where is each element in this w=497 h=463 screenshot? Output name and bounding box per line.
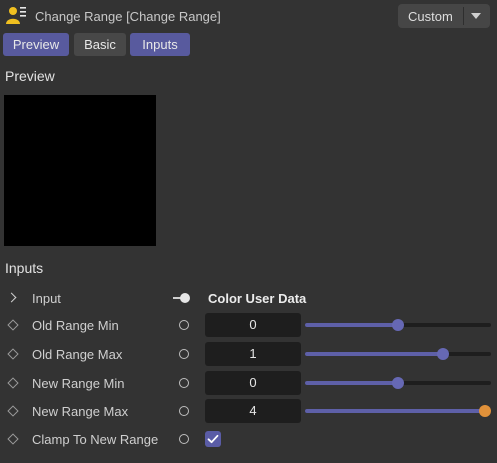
attribute-header: Change Range [Change Range] Custom [0, 0, 497, 32]
slider-knob[interactable] [392, 319, 404, 331]
node-title: Change Range [Change Range] [35, 9, 221, 24]
new-range-min-slider[interactable] [305, 377, 491, 389]
old-range-max-label: Old Range Max [32, 347, 123, 362]
slider-fill [305, 409, 485, 413]
old-range-max-slider[interactable] [305, 348, 491, 360]
chevron-down-icon[interactable] [471, 13, 481, 19]
inputs-section-title: Inputs [5, 260, 44, 276]
clamp-checkbox[interactable] [205, 431, 221, 447]
slider-knob[interactable] [392, 377, 404, 389]
keyframe-diamond-icon[interactable] [7, 433, 19, 445]
slider-fill [305, 323, 398, 327]
input-label: Input [32, 291, 61, 306]
old-range-min-label: Old Range Min [32, 318, 119, 333]
preset-label: Custom [408, 9, 453, 24]
tab-preview[interactable]: Preview [3, 33, 69, 56]
port-circle-icon[interactable] [179, 406, 189, 416]
preset-separator [463, 7, 464, 25]
tab-inputs[interactable]: Inputs [130, 33, 190, 56]
old-range-max-field[interactable]: 1 [205, 342, 301, 366]
new-range-min-label: New Range Min [32, 376, 125, 391]
input-value: Color User Data [208, 291, 307, 306]
new-range-max-label: New Range Max [32, 404, 129, 419]
slider-fill [305, 381, 398, 385]
chevron-right-icon[interactable] [6, 292, 17, 303]
slider-knob[interactable] [436, 348, 449, 360]
new-range-min-field[interactable]: 0 [205, 371, 301, 395]
checkmark-icon [207, 434, 219, 444]
preset-dropdown[interactable]: Custom [398, 4, 490, 28]
preview-section-title: Preview [5, 68, 55, 84]
keyframe-diamond-icon[interactable] [7, 405, 19, 417]
slider-knob[interactable] [479, 405, 491, 417]
old-range-min-slider[interactable] [305, 319, 491, 331]
new-range-max-field[interactable]: 4 [205, 399, 301, 423]
old-range-min-field[interactable]: 0 [205, 313, 301, 337]
keyframe-diamond-icon[interactable] [7, 377, 19, 389]
tab-basic[interactable]: Basic [74, 33, 126, 56]
port-linked-icon[interactable] [173, 293, 191, 303]
port-circle-icon[interactable] [179, 320, 189, 330]
slider-fill [305, 352, 443, 356]
port-circle-icon[interactable] [179, 349, 189, 359]
new-range-max-slider[interactable] [305, 405, 491, 417]
keyframe-diamond-icon[interactable] [7, 348, 19, 360]
preview-image [4, 95, 156, 246]
object-user-data-icon [6, 7, 26, 24]
port-circle-icon[interactable] [179, 434, 189, 444]
port-circle-icon[interactable] [179, 378, 189, 388]
keyframe-diamond-icon[interactable] [7, 319, 19, 331]
clamp-label: Clamp To New Range [32, 432, 159, 447]
